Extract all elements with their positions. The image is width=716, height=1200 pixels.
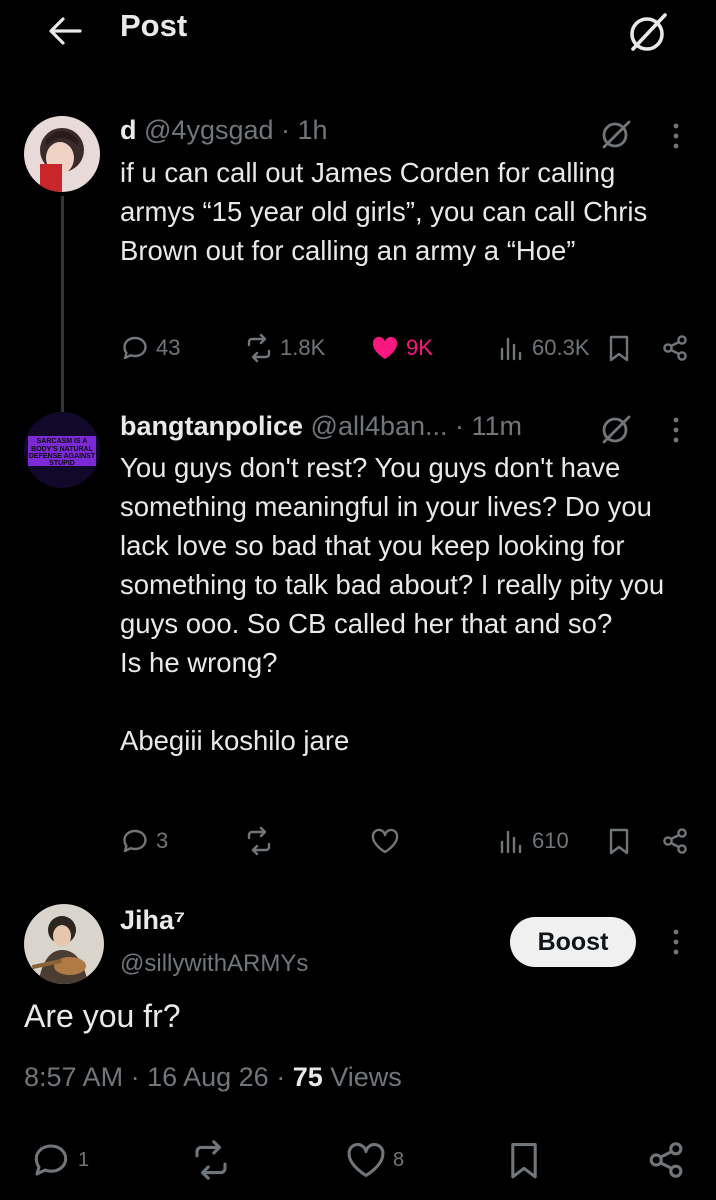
heart-icon (347, 1142, 385, 1177)
share-icon (663, 335, 687, 361)
views-icon (500, 337, 522, 361)
share-icon (649, 1142, 683, 1178)
reply-icon (123, 336, 147, 360)
avatar[interactable] (24, 904, 104, 984)
like-count: 9K (406, 335, 433, 360)
boost-button[interactable]: Boost (510, 917, 636, 967)
heart-icon (372, 336, 398, 359)
repost-button[interactable] (244, 821, 274, 861)
post-actions: 1 8 (0, 1130, 716, 1190)
repost-count: 1.8K (280, 335, 326, 360)
views-label: Views (330, 1062, 402, 1092)
more-icon[interactable] (666, 924, 686, 960)
grok-icon[interactable] (598, 116, 634, 152)
separator-dot: · (273, 115, 298, 145)
reply-button[interactable]: 1 (30, 1130, 89, 1190)
separator-dot: · (268, 1062, 293, 1092)
repost-icon (247, 826, 271, 856)
heart-icon (371, 828, 399, 854)
tweet-header: bangtanpolice @all4ban... · 11m (120, 411, 522, 442)
svg-text:SARCASM IS A: SARCASM IS A (37, 438, 88, 445)
repost-button[interactable]: 1.8K (244, 328, 325, 368)
grok-icon[interactable] (598, 411, 634, 447)
reply-button[interactable]: 3 (120, 821, 168, 861)
views-count: 75 (292, 1062, 323, 1092)
author-name[interactable]: bangtanpolice (120, 411, 303, 441)
tweet-time: 1h (297, 115, 328, 145)
views-icon (500, 830, 522, 854)
svg-text:DEFENSE AGAINST: DEFENSE AGAINST (29, 453, 96, 460)
post-time: 8:57 AM (24, 1062, 124, 1092)
thread-tweet[interactable]: d @4ygsgad · 1h if u can call out James … (0, 0, 716, 416)
svg-text:BODY'S NATURAL: BODY'S NATURAL (31, 446, 94, 453)
repost-icon (247, 333, 271, 363)
reply-count: 1 (78, 1148, 90, 1171)
bookmark-icon (609, 828, 629, 855)
bookmark-button[interactable] (604, 821, 634, 861)
share-icon (663, 828, 687, 854)
views-button[interactable]: 60.3K (496, 328, 590, 368)
author-handle[interactable]: @all4ban... (311, 411, 448, 441)
tweet-header: d @4ygsgad · 1h (120, 115, 328, 146)
tweet-text: if u can call out James Corden for calli… (120, 157, 655, 266)
share-button[interactable] (645, 1130, 687, 1190)
post-timestamp: 8:57 AM · 16 Aug 26 · 75 Views (24, 1062, 402, 1093)
like-count: 8 (393, 1148, 405, 1171)
thread-line (61, 196, 64, 416)
share-button[interactable] (660, 328, 690, 368)
separator-dot: · (447, 411, 472, 441)
reply-count: 43 (156, 335, 181, 360)
avatar[interactable] (24, 116, 100, 192)
views-button[interactable]: 610 (496, 821, 569, 861)
like-button[interactable] (370, 821, 400, 861)
thread-line (61, 400, 64, 410)
view-count: 60.3K (532, 335, 590, 360)
repost-button[interactable] (190, 1130, 232, 1190)
thread-tweet[interactable]: SARCASM IS A BODY'S NATURAL DEFENSE AGAI… (0, 400, 716, 870)
bookmark-icon (511, 1143, 537, 1179)
author-handle[interactable]: @4ygsgad (144, 115, 274, 145)
post-date: 16 Aug 26 (147, 1062, 269, 1092)
repost-icon (195, 1140, 227, 1180)
share-button[interactable] (660, 821, 690, 861)
author-handle[interactable]: @sillywithARMYs (120, 950, 308, 978)
tweet-time: 11m (471, 411, 523, 441)
view-count: 610 (532, 828, 569, 853)
reply-icon (34, 1144, 68, 1176)
bookmark-icon (609, 335, 629, 362)
reply-icon (123, 829, 147, 853)
avatar[interactable]: SARCASM IS A BODY'S NATURAL DEFENSE AGAI… (24, 412, 100, 488)
svg-text:STUPID: STUPID (49, 460, 75, 467)
more-icon[interactable] (666, 118, 686, 154)
bookmark-button[interactable] (503, 1130, 545, 1190)
separator-dot: · (123, 1062, 148, 1092)
author-name[interactable]: Jiha⁷ (120, 905, 185, 936)
tweet-actions: 3 610 (120, 821, 696, 861)
bookmark-button[interactable] (604, 328, 634, 368)
author-name[interactable]: d (120, 115, 137, 145)
like-button[interactable]: 9K (370, 328, 433, 368)
more-icon[interactable] (666, 412, 686, 448)
like-button[interactable]: 8 (345, 1130, 404, 1190)
reply-button[interactable]: 43 (120, 328, 180, 368)
reply-count: 3 (156, 828, 169, 853)
post-text: Are you fr? (24, 998, 181, 1034)
tweet-text: You guys don't rest? You guys don't have… (120, 452, 665, 756)
tweet-actions: 43 1.8K 9K 60.3K (120, 328, 696, 368)
